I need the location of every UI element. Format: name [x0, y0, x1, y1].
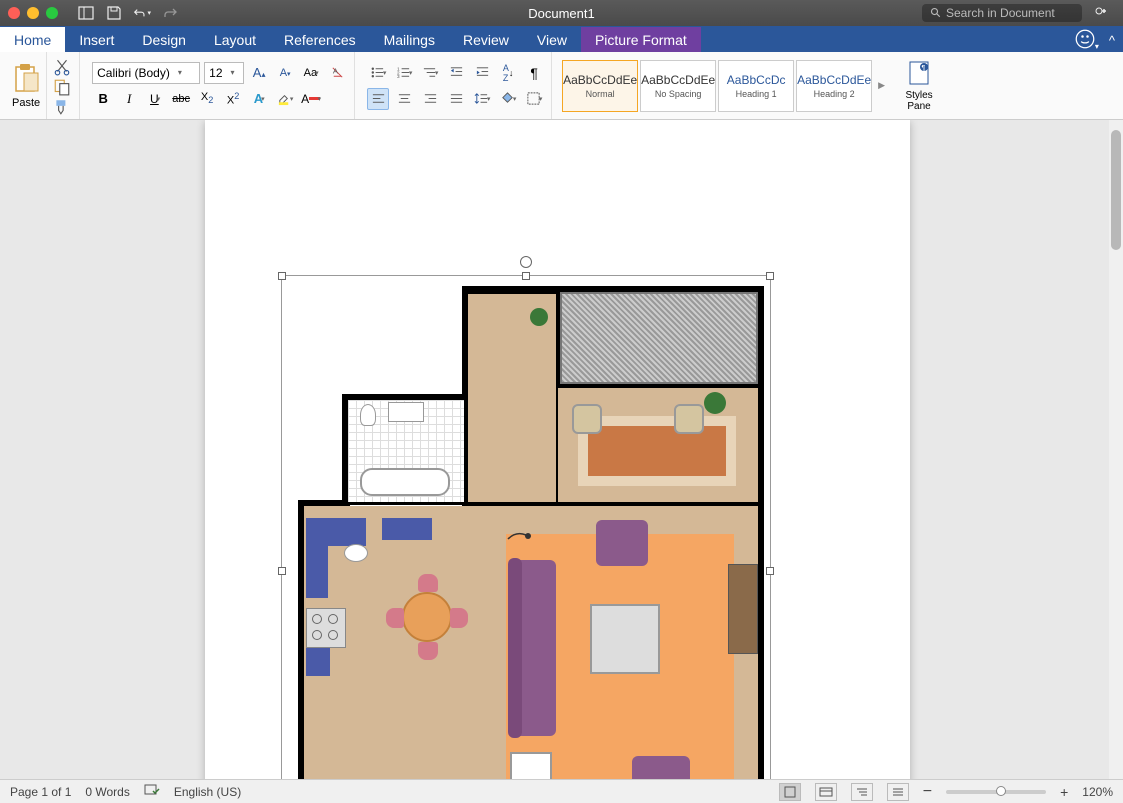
- window-controls: [8, 7, 58, 19]
- print-layout-view-icon[interactable]: [779, 783, 801, 801]
- italic-icon[interactable]: I: [118, 88, 140, 110]
- zoom-window-button[interactable]: [46, 7, 58, 19]
- clipboard-mini: [53, 52, 80, 119]
- superscript-icon[interactable]: X2: [222, 88, 244, 110]
- bullets-icon[interactable]: ▾: [367, 62, 389, 84]
- underline-icon[interactable]: U▾: [144, 88, 166, 110]
- styles-pane-button[interactable]: ¶ Styles Pane: [895, 58, 943, 114]
- grow-font-icon[interactable]: A▴: [248, 62, 270, 84]
- search-input[interactable]: Search in Document: [922, 4, 1082, 22]
- multilevel-icon[interactable]: ▾: [419, 62, 441, 84]
- floorplan-image: [282, 276, 770, 779]
- close-window-button[interactable]: [8, 7, 20, 19]
- search-placeholder: Search in Document: [946, 6, 1055, 20]
- numbering-icon[interactable]: 123▾: [393, 62, 415, 84]
- zoom-slider[interactable]: [946, 790, 1046, 794]
- ribbon: Paste Calibri (Body)▾ 12▾ A▴ A▾ Aa▾ A B …: [0, 52, 1123, 120]
- font-color-icon[interactable]: A▾: [300, 88, 322, 110]
- undo-icon[interactable]: ▾: [133, 4, 151, 22]
- paragraph-group: ▾ 123▾ ▾ AZ↓ ¶ ▾ ▾ ▾: [361, 52, 552, 119]
- tab-view[interactable]: View: [523, 27, 581, 52]
- copy-icon[interactable]: [53, 78, 71, 94]
- collapse-ribbon-icon[interactable]: ^: [1109, 33, 1115, 48]
- toolbar-layout-icon[interactable]: [77, 4, 95, 22]
- subscript-icon[interactable]: X2: [196, 88, 218, 110]
- tab-mailings[interactable]: Mailings: [370, 27, 449, 52]
- outdent-icon[interactable]: [445, 62, 467, 84]
- align-left-icon[interactable]: [367, 88, 389, 110]
- tab-design[interactable]: Design: [128, 27, 200, 52]
- justify-icon[interactable]: [445, 88, 467, 110]
- svg-text:¶: ¶: [922, 65, 926, 72]
- titlebar: ▾ Document1 Search in Document: [0, 0, 1123, 26]
- zoom-thumb[interactable]: [996, 786, 1006, 796]
- borders-icon[interactable]: ▾: [523, 88, 545, 110]
- minimize-window-button[interactable]: [27, 7, 39, 19]
- align-center-icon[interactable]: [393, 88, 415, 110]
- share-icon[interactable]: [1092, 4, 1110, 22]
- style-heading-2[interactable]: AaBbCcDdEeHeading 2: [796, 60, 872, 112]
- rotate-handle[interactable]: [520, 256, 532, 268]
- tab-picture-format[interactable]: Picture Format: [581, 27, 701, 52]
- shading-icon[interactable]: ▾: [497, 88, 519, 110]
- line-spacing-icon[interactable]: ▾: [471, 88, 493, 110]
- tab-home[interactable]: Home: [0, 27, 65, 52]
- format-painter-icon[interactable]: [53, 98, 71, 114]
- svg-text:3: 3: [397, 74, 400, 79]
- style-normal[interactable]: AaBbCcDdEeNormal: [562, 60, 638, 112]
- web-layout-view-icon[interactable]: [815, 783, 837, 801]
- sink: [388, 402, 424, 422]
- clipboard-group: Paste: [6, 52, 47, 119]
- style-no-spacing[interactable]: AaBbCcDdEeNo Spacing: [640, 60, 716, 112]
- document-title: Document1: [528, 6, 594, 21]
- cut-icon[interactable]: [53, 58, 71, 74]
- sort-icon[interactable]: AZ↓: [497, 62, 519, 84]
- shrink-font-icon[interactable]: A▾: [274, 62, 296, 84]
- show-marks-icon[interactable]: ¶: [523, 62, 545, 84]
- statusbar: Page 1 of 1 0 Words English (US) − + 120…: [0, 779, 1123, 803]
- tab-references[interactable]: References: [270, 27, 370, 52]
- search-icon: [930, 7, 942, 19]
- indent-icon[interactable]: [471, 62, 493, 84]
- zoom-level[interactable]: 120%: [1082, 785, 1113, 799]
- redo-icon[interactable]: [161, 4, 179, 22]
- language-indicator[interactable]: English (US): [174, 785, 241, 799]
- tab-review[interactable]: Review: [449, 27, 523, 52]
- highlight-icon[interactable]: ▾: [274, 88, 296, 110]
- tab-insert[interactable]: Insert: [65, 27, 128, 52]
- spellcheck-icon[interactable]: [144, 783, 160, 800]
- zoom-out-icon[interactable]: −: [923, 783, 932, 801]
- paste-label: Paste: [12, 97, 40, 109]
- strike-icon[interactable]: abc: [170, 88, 192, 110]
- save-icon[interactable]: [105, 4, 123, 22]
- draft-view-icon[interactable]: [887, 783, 909, 801]
- picture-selection[interactable]: [281, 275, 771, 779]
- word-count[interactable]: 0 Words: [85, 785, 129, 799]
- scrollbar-thumb[interactable]: [1111, 130, 1121, 250]
- vertical-scrollbar[interactable]: [1109, 120, 1123, 779]
- font-group: Calibri (Body)▾ 12▾ A▴ A▾ Aa▾ A B I U▾ a…: [86, 52, 355, 119]
- zoom-in-icon[interactable]: +: [1060, 784, 1068, 800]
- bold-icon[interactable]: B: [92, 88, 114, 110]
- text-effects-icon[interactable]: A▾: [248, 88, 270, 110]
- styles-scroll-icon[interactable]: ▶: [874, 80, 889, 91]
- svg-text:A: A: [332, 66, 337, 75]
- page-indicator[interactable]: Page 1 of 1: [10, 785, 71, 799]
- account-icon[interactable]: ▾: [1075, 29, 1099, 52]
- document-canvas[interactable]: [0, 120, 1123, 779]
- align-right-icon[interactable]: [419, 88, 441, 110]
- style-heading-1[interactable]: AaBbCcDcHeading 1: [718, 60, 794, 112]
- font-size-combo[interactable]: 12▾: [204, 62, 244, 84]
- styles-gallery: AaBbCcDdEeNormal AaBbCcDdEeNo Spacing Aa…: [558, 60, 889, 112]
- clear-format-icon[interactable]: A: [326, 62, 348, 84]
- font-name-combo[interactable]: Calibri (Body)▾: [92, 62, 200, 84]
- change-case-icon[interactable]: Aa▾: [300, 62, 322, 84]
- paste-icon[interactable]: [12, 63, 40, 95]
- tab-layout[interactable]: Layout: [200, 27, 270, 52]
- outline-view-icon[interactable]: [851, 783, 873, 801]
- ribbon-tabs: Home Insert Design Layout References Mai…: [0, 26, 1123, 52]
